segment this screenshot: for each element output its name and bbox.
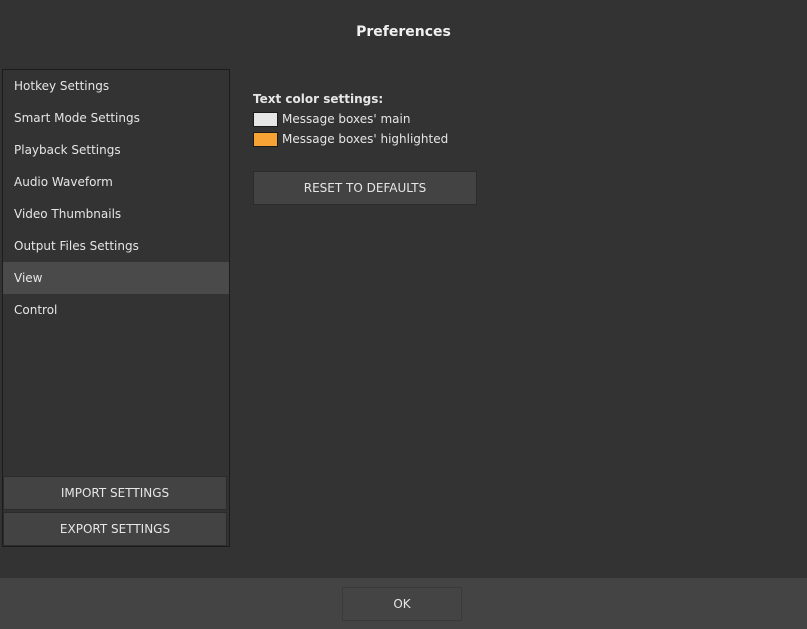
color-swatch-highlighted[interactable]: [253, 131, 278, 147]
dialog-footer: OK: [0, 578, 807, 629]
sidebar-item-output-files-settings[interactable]: Output Files Settings: [3, 230, 229, 262]
sidebar-item-video-thumbnails[interactable]: Video Thumbnails: [3, 198, 229, 230]
sidebar-item-control[interactable]: Control: [3, 294, 229, 326]
color-setting-main[interactable]: Message boxes' main: [253, 111, 410, 127]
sidebar-item-playback-settings[interactable]: Playback Settings: [3, 134, 229, 166]
ok-button[interactable]: OK: [342, 587, 462, 621]
sidebar-item-audio-waveform[interactable]: Audio Waveform: [3, 166, 229, 198]
export-settings-button[interactable]: EXPORT SETTINGS: [3, 512, 227, 546]
color-setting-highlighted[interactable]: Message boxes' highlighted: [253, 131, 448, 147]
sidebar-item-smart-mode-settings[interactable]: Smart Mode Settings: [3, 102, 229, 134]
dialog-title: Preferences: [356, 24, 451, 40]
color-label-main: Message boxes' main: [282, 112, 411, 126]
import-settings-button[interactable]: IMPORT SETTINGS: [3, 476, 227, 510]
sidebar-item-hotkey-settings[interactable]: Hotkey Settings: [3, 70, 229, 102]
sidebar-item-view[interactable]: View: [3, 262, 229, 294]
color-label-highlighted: Message boxes' highlighted: [282, 132, 449, 146]
reset-to-defaults-button[interactable]: RESET TO DEFAULTS: [253, 171, 477, 205]
settings-sidebar: Hotkey Settings Smart Mode Settings Play…: [2, 69, 230, 547]
color-swatch-main[interactable]: [253, 111, 278, 127]
text-color-settings-heading: Text color settings:: [253, 92, 384, 106]
